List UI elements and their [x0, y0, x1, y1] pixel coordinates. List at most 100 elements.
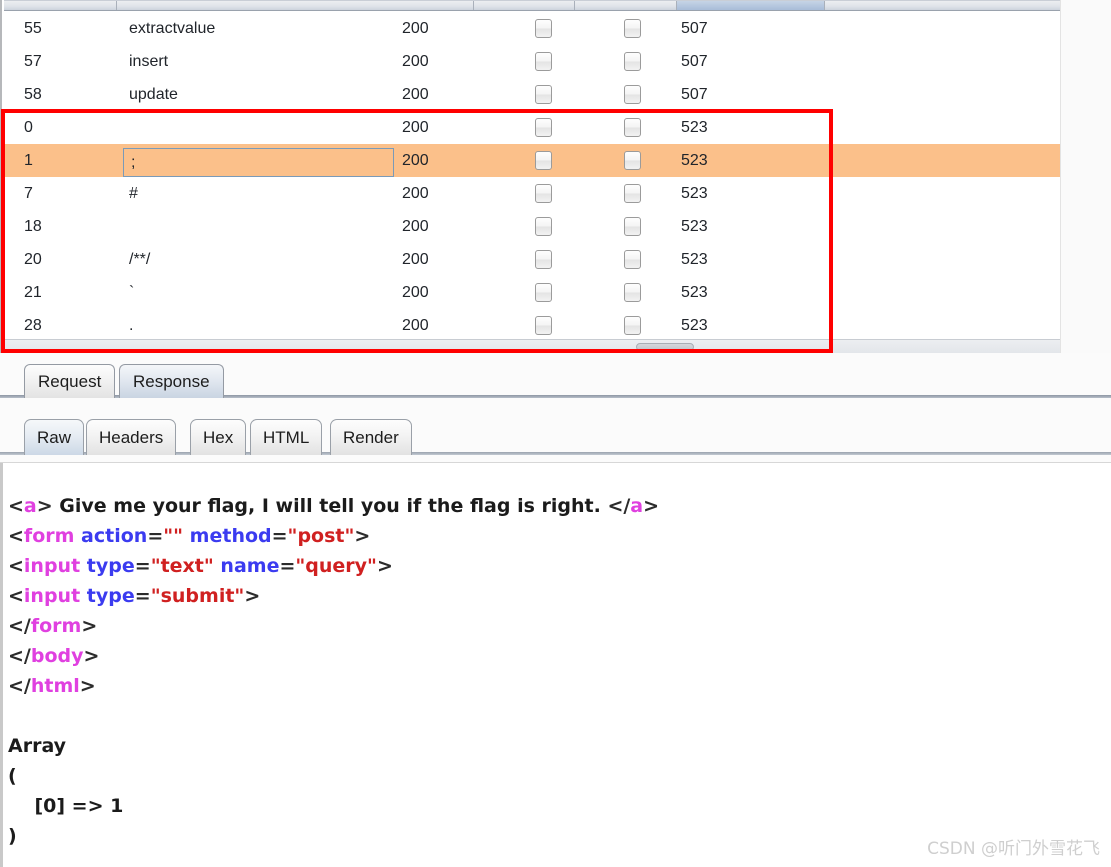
cell-length: 523 [681, 251, 708, 268]
results-table-header[interactable] [4, 0, 1060, 11]
checkbox-timeout-cell [624, 243, 641, 276]
checkbox-timeout-cell [624, 78, 641, 111]
cell-length: 507 [681, 20, 708, 37]
table-row[interactable]: 21 ` 200 523 [4, 276, 1060, 309]
view-tabs: Raw Headers Hex HTML Render [0, 405, 1111, 460]
column-header-status[interactable] [474, 1, 575, 10]
code-line: </body> [8, 641, 1111, 671]
tab-render[interactable]: Render [330, 419, 412, 455]
checkbox-error[interactable] [535, 184, 552, 203]
checkbox-error-cell [535, 78, 552, 111]
checkbox-error-cell [535, 276, 552, 309]
column-header-payload[interactable] [117, 1, 474, 10]
response-left-rail [0, 463, 3, 867]
tab-headers[interactable]: Headers [86, 419, 177, 455]
response-raw-viewer[interactable]: <a> Give me your flag, I will tell you i… [0, 462, 1111, 867]
code-token: form [30, 615, 82, 637]
checkbox-timeout[interactable] [624, 52, 641, 71]
results-horizontal-scrollbar[interactable] [4, 339, 1060, 353]
code-token: = [134, 555, 151, 577]
checkbox-error-cell [535, 111, 552, 144]
checkbox-error[interactable] [535, 250, 552, 269]
code-token: "post" [287, 525, 355, 547]
column-header-index[interactable] [4, 1, 117, 10]
column-header-length[interactable] [677, 1, 825, 10]
checkbox-timeout[interactable] [624, 283, 641, 302]
table-row[interactable]: 20 /**/ 200 523 [4, 243, 1060, 276]
checkbox-timeout-cell [624, 45, 641, 78]
tab-response[interactable]: Response [119, 364, 224, 398]
table-row[interactable]: 1; 200 523 [4, 144, 1060, 177]
checkbox-error[interactable] [535, 151, 552, 170]
checkbox-timeout[interactable] [624, 250, 641, 269]
results-table-body[interactable]: 55 extractvalue 200 507 57 insert 200 507 58 upda… [4, 12, 1060, 339]
checkbox-timeout-cell [624, 210, 641, 243]
scrollbar-thumb[interactable] [636, 343, 694, 351]
code-line: <input type="submit"> [8, 581, 1111, 611]
cell-status: 200 [402, 185, 429, 202]
column-header-comment[interactable] [825, 1, 1062, 10]
attack-results-panel: 55 extractvalue 200 507 57 insert 200 507 58 upda… [0, 0, 1060, 353]
code-token: > [36, 495, 53, 517]
code-token: "" [163, 525, 184, 547]
checkbox-error[interactable] [535, 316, 552, 335]
code-token: > [83, 645, 100, 667]
checkbox-error[interactable] [535, 283, 552, 302]
checkbox-error[interactable] [535, 118, 552, 137]
cell-request-index: 21 [24, 284, 42, 301]
checkbox-timeout[interactable] [624, 217, 641, 236]
payload-cell-editor[interactable]: ; [123, 148, 394, 177]
code-line: <a> Give me your flag, I will tell you i… [8, 491, 1111, 521]
code-token: < [8, 585, 24, 607]
code-token: ( [8, 765, 17, 787]
code-token: < [8, 555, 24, 577]
cell-request-index: 58 [24, 86, 42, 103]
code-token: </ [8, 615, 31, 637]
table-row[interactable]: 18 200 523 [4, 210, 1060, 243]
code-token: = [271, 525, 288, 547]
code-token: = [279, 555, 296, 577]
checkbox-error-cell [535, 144, 552, 177]
checkbox-error[interactable] [535, 19, 552, 38]
cell-status: 200 [402, 53, 429, 70]
cell-payload [129, 210, 409, 243]
cell-length: 507 [681, 53, 708, 70]
cell-length: 523 [681, 119, 708, 136]
code-token: "query" [295, 555, 377, 577]
checkbox-error[interactable] [535, 217, 552, 236]
table-row[interactable]: 7 #200 523 [4, 177, 1060, 210]
tab-hex[interactable]: Hex [190, 419, 247, 455]
csdn-watermark: CSDN @听门外雪花飞 [927, 839, 1100, 859]
checkbox-error[interactable] [535, 85, 552, 104]
code-token: action [81, 525, 148, 547]
cell-request-index: 18 [24, 218, 42, 235]
checkbox-timeout[interactable] [624, 151, 641, 170]
code-line: </html> [8, 671, 1111, 701]
column-header-error[interactable] [575, 1, 677, 10]
checkbox-error[interactable] [535, 52, 552, 71]
table-row[interactable]: 57 insert 200 507 [4, 45, 1060, 78]
tab-html[interactable]: HTML [250, 419, 323, 455]
tab-raw[interactable]: Raw [24, 419, 85, 455]
code-token: input [23, 585, 81, 607]
checkbox-timeout[interactable] [624, 184, 641, 203]
table-row[interactable]: 0 200 523 [4, 111, 1060, 144]
tab-request[interactable]: Request [24, 364, 116, 398]
checkbox-timeout[interactable] [624, 85, 641, 104]
table-row[interactable]: 55 extractvalue 200 507 [4, 12, 1060, 45]
burp-intruder-attack-window: 55 extractvalue 200 507 57 insert 200 507 58 upda… [0, 0, 1111, 867]
code-line: [0] => 1 [8, 791, 1111, 821]
code-token: form [23, 525, 75, 547]
table-row[interactable]: 58 update 200 507 [4, 78, 1060, 111]
code-token: type [86, 555, 135, 577]
checkbox-timeout[interactable] [624, 316, 641, 335]
table-row[interactable]: 28. 200 523 [4, 309, 1060, 339]
cell-payload: update [129, 86, 178, 103]
checkbox-timeout[interactable] [624, 19, 641, 38]
code-token: < [8, 525, 24, 547]
results-right-gutter [1060, 0, 1111, 353]
checkbox-error-cell [535, 12, 552, 45]
cell-request-index: 55 [24, 20, 42, 37]
checkbox-timeout[interactable] [624, 118, 641, 137]
